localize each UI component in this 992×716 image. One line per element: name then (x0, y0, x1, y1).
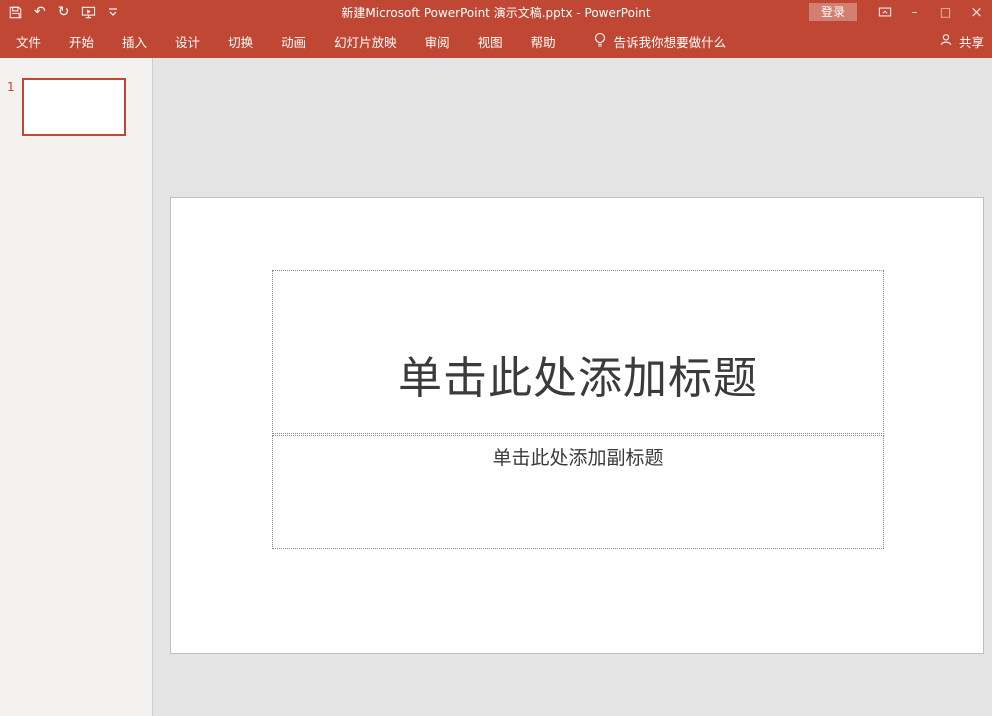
thumbnail-row: 1 (0, 78, 152, 136)
tab-file[interactable]: 文件 (2, 24, 55, 58)
tab-animations[interactable]: 动画 (267, 24, 320, 58)
tab-view[interactable]: 视图 (464, 24, 517, 58)
slide-canvas: 单击此处添加标题 单击此处添加副标题 (170, 197, 984, 654)
title-placeholder[interactable]: 单击此处添加标题 (272, 270, 884, 434)
customize-qat-icon[interactable] (108, 7, 118, 17)
content-area: 1 单击此处添加标题 单击此处添加副标题 (0, 58, 992, 716)
tab-insert[interactable]: 插入 (108, 24, 161, 58)
titlebar-right: 登录 – □ × (809, 0, 992, 24)
slide-thumbnail[interactable] (22, 78, 126, 136)
quick-access-toolbar: ↶ ↻ (0, 4, 118, 20)
editor-area: 单击此处添加标题 单击此处添加副标题 (153, 58, 992, 716)
subtitle-placeholder-text: 单击此处添加副标题 (492, 436, 663, 470)
tab-review[interactable]: 审阅 (411, 24, 464, 58)
slide-number: 1 (0, 78, 22, 94)
lightbulb-icon (594, 32, 606, 51)
minimize-button[interactable]: – (899, 0, 930, 24)
start-slideshow-icon[interactable] (81, 6, 96, 19)
redo-icon[interactable]: ↻ (58, 4, 70, 20)
share-button[interactable]: 共享 (939, 24, 992, 58)
person-icon (939, 33, 953, 50)
tab-design[interactable]: 设计 (161, 24, 214, 58)
tab-slideshow[interactable]: 幻灯片放映 (320, 24, 411, 58)
sign-in-button[interactable]: 登录 (809, 3, 857, 21)
titlebar: ↶ ↻ 新建Microsoft PowerPoint 演示文稿.pptx - P… (0, 0, 992, 24)
tab-transitions[interactable]: 切换 (214, 24, 267, 58)
tell-me-box[interactable]: 告诉我你想要做什么 (586, 24, 735, 58)
ribbon-tab-row: 文件 开始 插入 设计 切换 动画 幻灯片放映 审阅 视图 帮助 告诉我你想要做… (0, 24, 992, 58)
maximize-button[interactable]: □ (930, 0, 961, 24)
slide-thumbnail-panel: 1 (0, 58, 153, 716)
save-icon[interactable] (9, 6, 22, 19)
share-label: 共享 (959, 32, 984, 51)
tab-home[interactable]: 开始 (55, 24, 108, 58)
ribbon-display-options-icon[interactable] (871, 0, 899, 24)
close-button[interactable]: × (961, 0, 992, 24)
undo-icon[interactable]: ↶ (34, 4, 46, 20)
subtitle-placeholder[interactable]: 单击此处添加副标题 (272, 435, 884, 549)
tell-me-label: 告诉我你想要做什么 (614, 32, 727, 51)
tab-help[interactable]: 帮助 (517, 24, 570, 58)
title-placeholder-text: 单击此处添加标题 (398, 298, 758, 406)
